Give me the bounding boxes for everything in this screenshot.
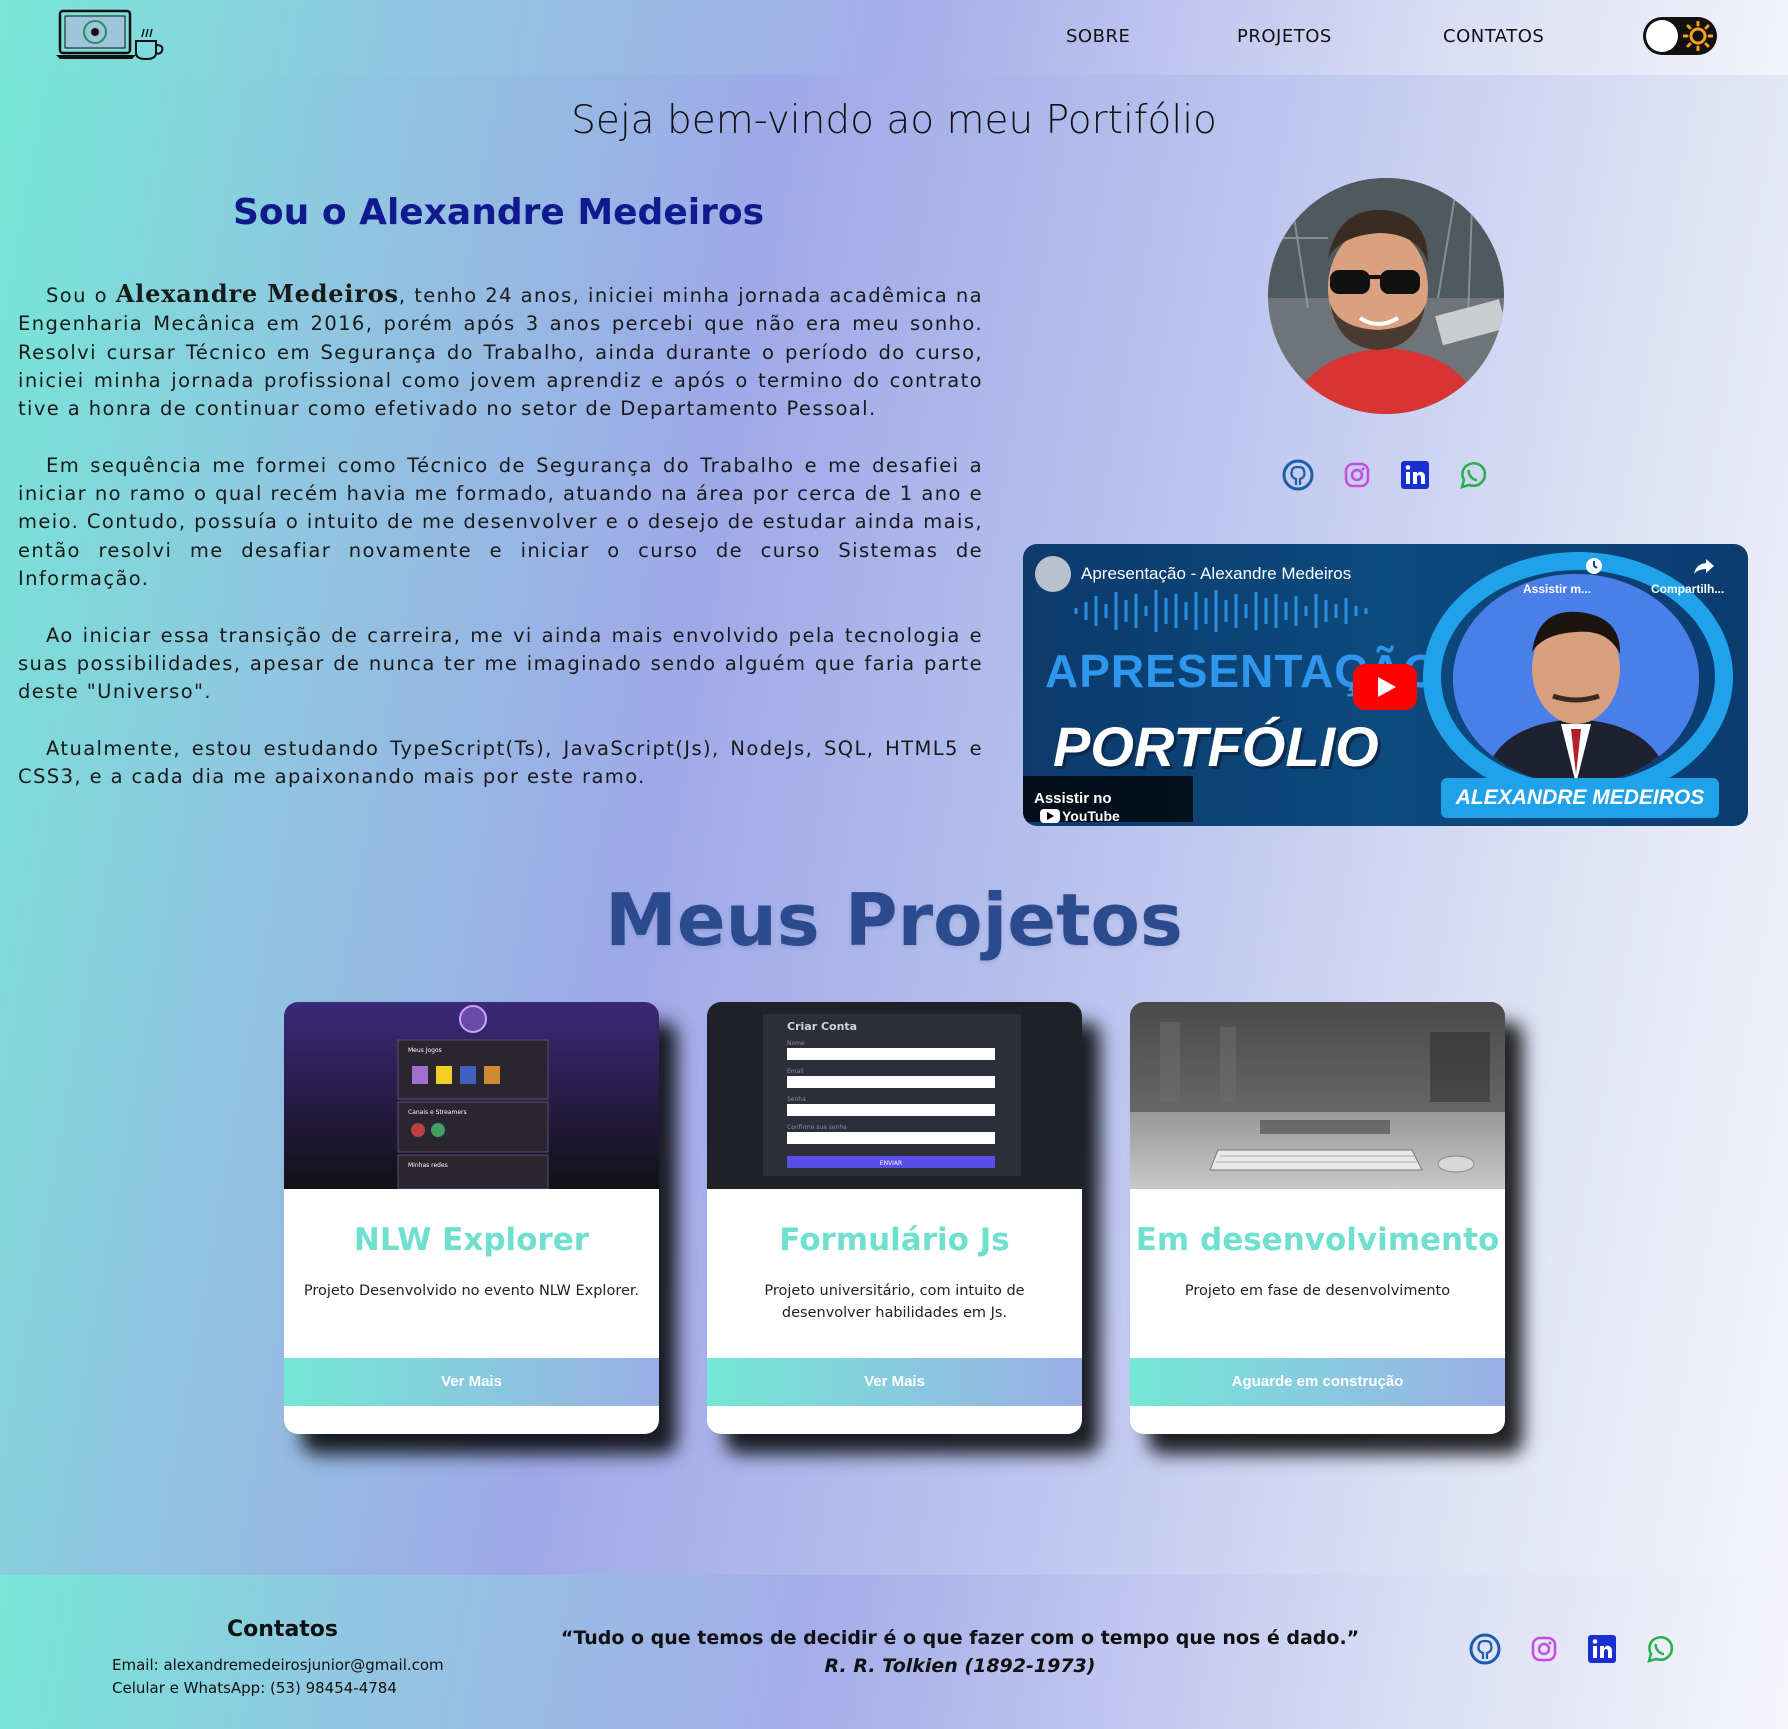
clock-icon[interactable]	[1584, 556, 1604, 576]
project-card-formulario: Criar Conta Nome Email Senha Confirme su…	[707, 1002, 1082, 1434]
ver-mais-button[interactable]: Ver Mais	[284, 1358, 659, 1406]
thumb1-section-3: Minhas redes	[408, 1162, 448, 1169]
nlw-thumbnail: Meus Jogos Canais e Streamers Minhas red…	[284, 1002, 659, 1189]
footer-contacts-title: Contatos	[227, 1617, 339, 1642]
nav-projetos[interactable]: PROJETOS	[1237, 26, 1332, 47]
card-description: Projeto universitário, com intuito de de…	[764, 1283, 1025, 1321]
youtube-logo-icon: YouTube	[1040, 808, 1120, 824]
thumb2-heading: Criar Conta	[787, 1020, 857, 1033]
thumb2-field-1: Nome	[787, 1040, 805, 1047]
whatsapp-icon[interactable]	[1644, 1633, 1676, 1665]
thumb2-field-2: Email	[787, 1068, 804, 1075]
footer-quote-author: R. R. Tolkien (1892-1973)	[824, 1655, 1096, 1677]
share-icon[interactable]	[1693, 556, 1715, 576]
sun-icon	[1683, 21, 1713, 51]
desk-thumbnail	[1130, 1002, 1505, 1189]
thumb1-heading: Meus Jogos	[408, 1047, 442, 1054]
youtube-embed[interactable]: Apresentação - Alexandre Medeiros APRESE…	[1023, 544, 1748, 826]
footer: Contatos Email: alexandremedeirosjunior@…	[0, 1575, 1788, 1729]
about-paragraph-4: Atualmente, estou estudando TypeScript(T…	[18, 736, 983, 789]
youtube-play-button[interactable]	[1353, 664, 1417, 710]
profile-avatar	[1268, 178, 1504, 414]
form-thumbnail: Criar Conta Nome Email Senha Confirme su…	[707, 1002, 1082, 1189]
thumb1-section-2: Canais e Streamers	[408, 1109, 467, 1116]
video-title[interactable]: Apresentação - Alexandre Medeiros	[1081, 564, 1351, 584]
nav-sobre[interactable]: SOBRE	[1066, 26, 1130, 47]
audio-wave-graphic	[1074, 590, 1368, 632]
video-big-text-2: PORTFÓLIO	[1053, 715, 1379, 778]
about-prefix: Sou o	[46, 284, 116, 307]
header: SOBRE PROJETOS CONTATOS	[0, 0, 1788, 75]
channel-avatar[interactable]	[1035, 556, 1071, 592]
about-paragraph-1: Sou o Alexandre Medeiros, tenho 24 anos,…	[18, 279, 983, 423]
laptop-coffee-logo[interactable]	[56, 9, 166, 61]
projects-title: Meus Projetos	[605, 878, 1183, 962]
video-person-image	[1453, 574, 1699, 784]
watch-on-youtube[interactable]: Assistir no YouTube	[1023, 776, 1193, 824]
linkedin-icon[interactable]	[1399, 459, 1431, 491]
ver-mais-button[interactable]: Ver Mais	[707, 1358, 1082, 1406]
aguarde-button[interactable]: Aguarde em construção	[1130, 1358, 1505, 1406]
thumb2-field-3: Senha	[787, 1096, 806, 1103]
video-name-banner: ALEXANDRE MEDEIROS	[1441, 778, 1719, 818]
instagram-icon[interactable]	[1341, 459, 1373, 491]
card-title: Formulário Js	[779, 1222, 1010, 1258]
watch-on-label: Assistir no	[1034, 790, 1112, 807]
welcome-title: Seja bem-vindo ao meu Portifólio	[571, 98, 1217, 143]
whatsapp-icon[interactable]	[1457, 459, 1489, 491]
card-description: Projeto em fase de desenvolvimento	[1184, 1283, 1451, 1299]
thumb2-submit: ENVIAR	[880, 1160, 902, 1167]
youtube-wordmark: YouTube	[1062, 808, 1120, 825]
footer-email[interactable]: Email: alexandremedeirosjunior@gmail.com	[112, 1656, 444, 1674]
linkedin-icon[interactable]	[1586, 1633, 1618, 1665]
card-title: NLW Explorer	[353, 1222, 590, 1258]
hello-heading: Sou o Alexandre Medeiros	[233, 192, 764, 233]
footer-phone: Celular e WhatsApp: (53) 98454-4784	[112, 1679, 397, 1697]
about-text: Sou o Alexandre Medeiros, tenho 24 anos,…	[18, 279, 983, 820]
toggle-knob	[1646, 20, 1678, 52]
nav-contatos[interactable]: CONTATOS	[1443, 26, 1544, 47]
share-button[interactable]: Compartilh...	[1651, 582, 1724, 596]
about-paragraph-3: Ao iniciar essa transição de carreira, m…	[18, 623, 983, 704]
project-card-nlw: Meus Jogos Canais e Streamers Minhas red…	[284, 1002, 659, 1434]
project-card-em-desenvolvimento: Em desenvolvimento Projeto em fase de de…	[1130, 1002, 1505, 1434]
theme-toggle[interactable]	[1643, 17, 1717, 55]
card-title: Em desenvolvimento	[1135, 1222, 1500, 1258]
github-icon[interactable]	[1469, 1633, 1501, 1665]
thumb2-field-4: Confirme sua senha	[787, 1124, 847, 1131]
footer-quote: “Tudo o que temos de decidir é o que faz…	[560, 1627, 1360, 1649]
watch-later-button[interactable]: Assistir m...	[1523, 582, 1591, 596]
about-paragraph-2: Em sequência me formei como Técnico de S…	[18, 453, 983, 590]
about-name: Alexandre Medeiros	[115, 279, 399, 308]
card-description: Projeto Desenvolvido no evento NLW Explo…	[303, 1283, 640, 1299]
github-icon[interactable]	[1282, 459, 1314, 491]
instagram-icon[interactable]	[1528, 1633, 1560, 1665]
